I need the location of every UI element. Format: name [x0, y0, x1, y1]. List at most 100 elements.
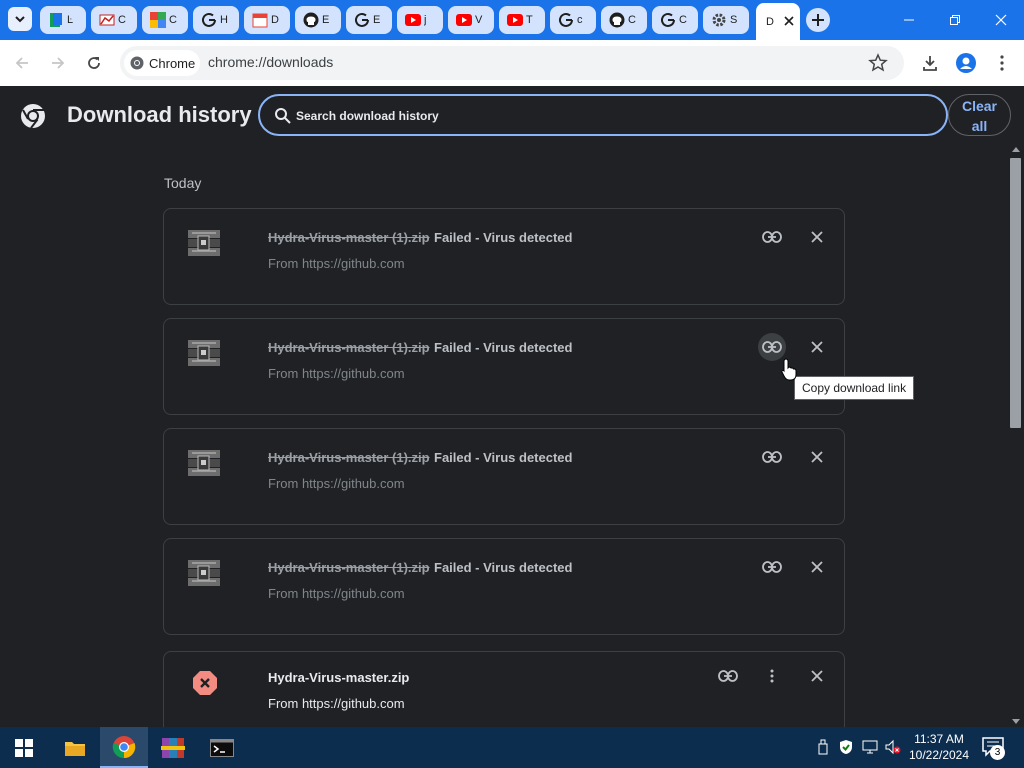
browser-tab[interactable]: Ŀ	[40, 6, 86, 34]
address-bar[interactable]: Chrome chrome://downloads	[120, 46, 904, 80]
scrollbar-thumb[interactable]	[1010, 158, 1021, 428]
download-status: Failed - Virus detected	[434, 560, 573, 575]
taskbar-terminal[interactable]	[198, 727, 246, 768]
file-name: Hydra-Virus-master (1).zip	[268, 340, 430, 355]
clear-all-button[interactable]: Clear all	[948, 94, 1011, 136]
browser-tab[interactable]: S	[703, 6, 749, 34]
close-icon	[811, 341, 823, 353]
close-tab-icon[interactable]	[782, 14, 796, 28]
tab-strip: Ŀ C C H D E Ej V Tc C C S D	[0, 0, 1024, 40]
new-tab-button[interactable]	[806, 8, 830, 32]
remove-item-button[interactable]	[803, 443, 831, 471]
browser-tab[interactable]: T	[499, 6, 545, 34]
page-scrollbar[interactable]	[1008, 144, 1024, 727]
forward-arrow-icon	[52, 57, 65, 69]
tab-search-button[interactable]	[8, 7, 32, 31]
file-name: Hydra-Virus-master (1).zip	[268, 230, 430, 245]
browser-tab[interactable]: c	[550, 6, 596, 34]
tab-title: C	[169, 14, 177, 26]
chevron-down-icon	[15, 16, 25, 23]
file-name: Hydra-Virus-master (1).zip	[268, 450, 430, 465]
tab-downloads-active[interactable]: D	[756, 3, 800, 40]
chrome-icon	[112, 735, 136, 758]
copy-link-button[interactable]	[714, 662, 742, 690]
scroll-up-arrow-icon[interactable]	[1012, 147, 1020, 152]
forward-button[interactable]	[46, 51, 70, 75]
downloads-button[interactable]	[918, 51, 942, 75]
avatar-icon	[956, 53, 976, 73]
remove-item-button[interactable]	[803, 553, 831, 581]
file-source: From https://github.com	[268, 696, 405, 711]
chrome-logo-icon	[21, 104, 45, 129]
browser-tab[interactable]: C	[652, 6, 698, 34]
green-bookmark-icon	[48, 12, 64, 28]
close-icon	[995, 14, 1007, 26]
minimize-button[interactable]	[886, 0, 932, 40]
usb-device-icon[interactable]	[815, 739, 831, 755]
security-shield-icon[interactable]	[838, 739, 854, 755]
remove-item-button[interactable]	[803, 223, 831, 251]
more-actions-button[interactable]	[758, 662, 786, 690]
site-info-chip[interactable]: Chrome	[124, 50, 200, 76]
tab-title: D	[766, 15, 774, 28]
browser-tab[interactable]: E	[346, 6, 392, 34]
reload-button[interactable]	[82, 51, 106, 75]
chip-label: Chrome	[149, 55, 196, 71]
chrome-logo-icon	[130, 56, 144, 70]
google-icon	[201, 12, 217, 28]
file-source: From https://github.com	[268, 586, 405, 601]
search-box[interactable]	[258, 94, 948, 136]
remove-item-button[interactable]	[803, 662, 831, 690]
remove-item-button[interactable]	[803, 333, 831, 361]
search-input[interactable]	[296, 106, 916, 126]
google-icon	[558, 12, 574, 28]
copy-link-button[interactable]	[758, 333, 786, 361]
file-name[interactable]: Hydra-Virus-master.zip	[268, 670, 409, 685]
url-text[interactable]: chrome://downloads	[208, 54, 333, 70]
bookmark-star-icon[interactable]	[868, 53, 888, 73]
kebab-menu-icon	[1000, 55, 1004, 71]
link-icon	[762, 561, 782, 573]
browser-tab[interactable]: C	[601, 6, 647, 34]
clock-date: 10/22/2024	[908, 748, 970, 762]
windows-taskbar: 11:37 AM 10/22/2024 3	[0, 727, 1024, 768]
copy-link-button[interactable]	[758, 553, 786, 581]
youtube-icon	[456, 12, 472, 28]
scroll-down-arrow-icon[interactable]	[1012, 719, 1020, 724]
browser-tab[interactable]: E	[295, 6, 341, 34]
browser-tab[interactable]: V	[448, 6, 494, 34]
winrar-archive-icon	[187, 228, 221, 258]
taskbar-chrome[interactable]	[100, 727, 148, 768]
link-icon	[762, 231, 782, 243]
browser-tab[interactable]: D	[244, 6, 290, 34]
download-status: Failed - Virus detected	[434, 450, 573, 465]
restore-button[interactable]	[932, 0, 978, 40]
browser-tab[interactable]: C	[91, 6, 137, 34]
close-window-button[interactable]	[978, 0, 1024, 40]
volume-muted-icon[interactable]	[885, 739, 901, 755]
winrar-archive-icon	[187, 448, 221, 478]
close-icon	[811, 451, 823, 463]
back-arrow-icon	[15, 57, 28, 69]
tab-title: j	[424, 14, 427, 26]
back-button[interactable]	[10, 51, 34, 75]
menu-button[interactable]	[990, 51, 1014, 75]
start-button[interactable]	[4, 727, 44, 768]
taskbar-winrar[interactable]	[149, 727, 197, 768]
taskbar-file-explorer[interactable]	[51, 727, 99, 768]
profile-button[interactable]	[954, 51, 978, 75]
chart-app-icon	[99, 12, 115, 28]
download-item: Hydra-Virus-master (1).zip Failed - Virus…	[163, 428, 845, 525]
tab-title: c	[577, 14, 583, 26]
tab-title: E	[373, 14, 381, 26]
system-clock[interactable]: 11:37 AM 10/22/2024	[904, 731, 974, 763]
browser-tab[interactable]: j	[397, 6, 443, 34]
download-item: Hydra-Virus-master.zip From https://gith…	[163, 651, 845, 727]
browser-tab[interactable]: H	[193, 6, 239, 34]
tab-title: E	[322, 14, 330, 26]
download-item: Hydra-Virus-master (1).zip Failed - Virus…	[163, 208, 845, 305]
browser-tab[interactable]: C	[142, 6, 188, 34]
copy-link-button[interactable]	[758, 443, 786, 471]
copy-link-button[interactable]	[758, 223, 786, 251]
network-icon[interactable]	[862, 739, 878, 755]
